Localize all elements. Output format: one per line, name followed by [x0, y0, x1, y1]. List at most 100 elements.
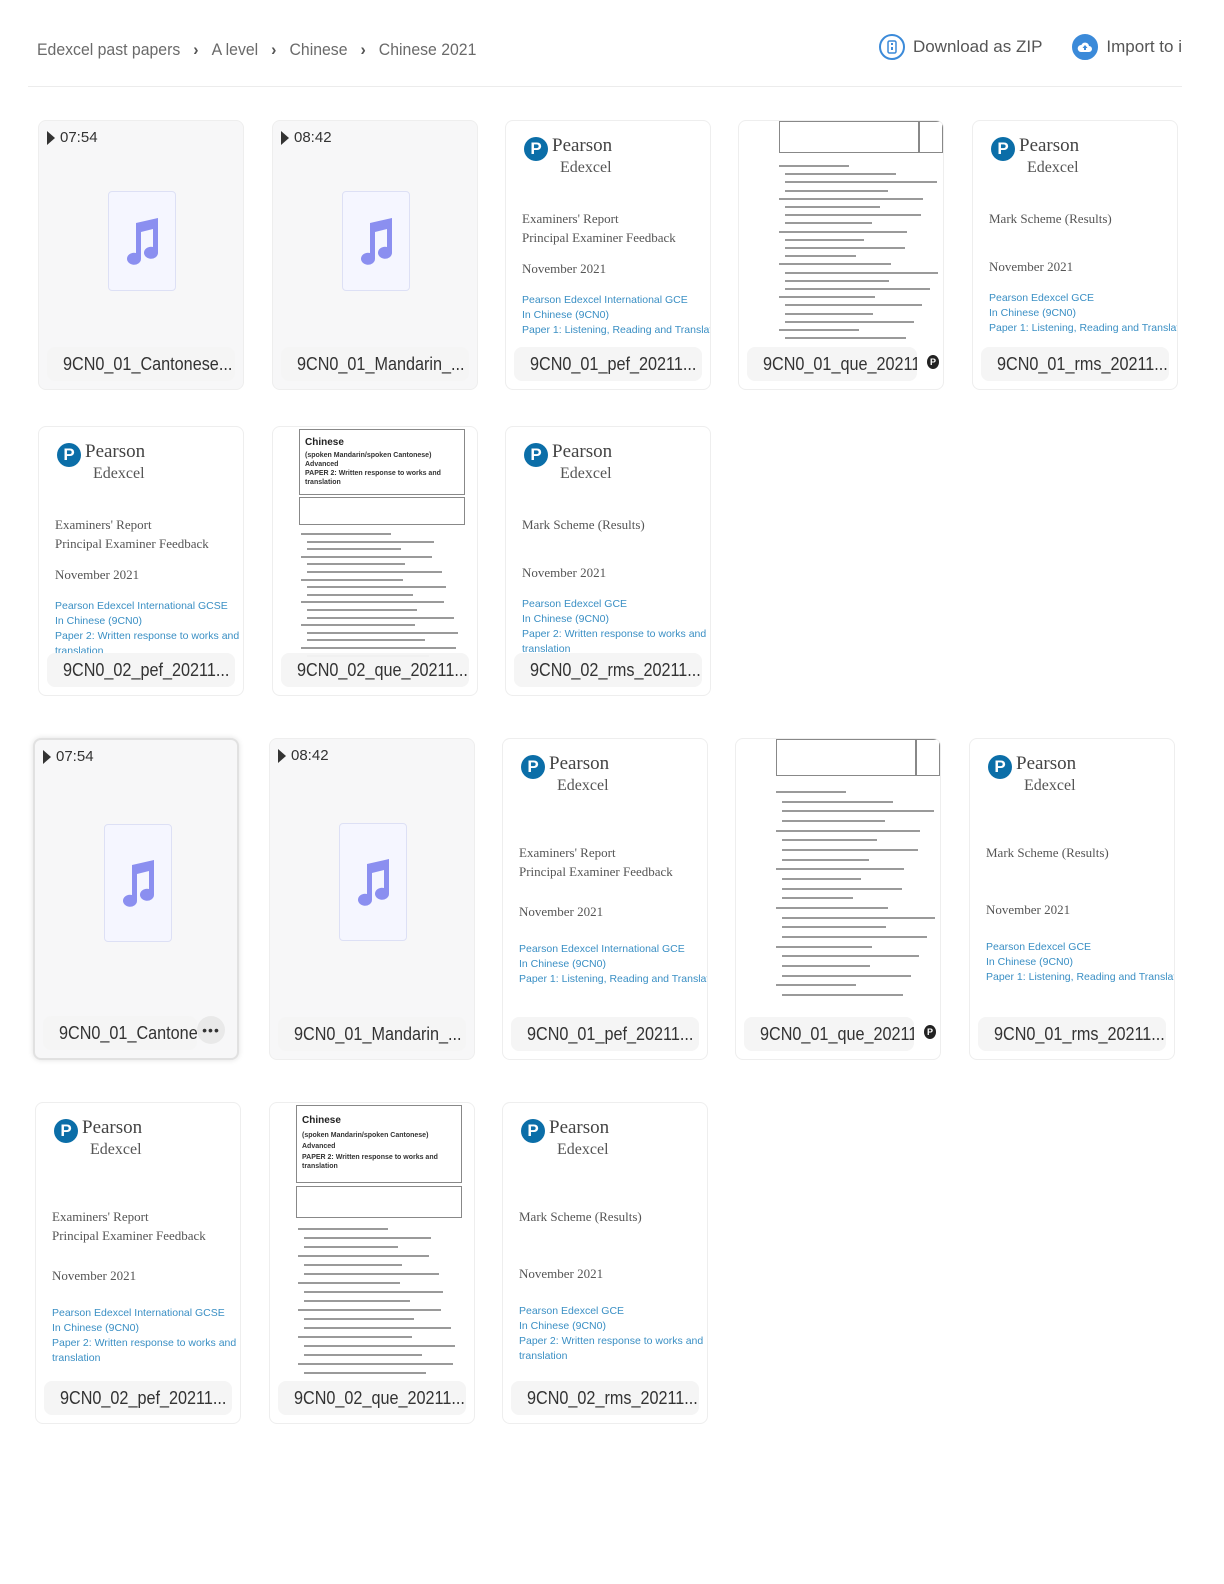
text-line: [301, 555, 432, 558]
text-line: [298, 1228, 388, 1231]
paper-subtitle: Advanced: [305, 461, 339, 468]
edexcel-text: Edexcel: [1027, 159, 1079, 176]
document-cover-thumbnail: P Pearson Edexcel Mark Scheme (Results) Nove…: [503, 1103, 707, 1423]
cover-date: November 2021: [522, 261, 607, 276]
text-line: [785, 255, 856, 258]
text-line: [785, 181, 937, 184]
text-line: [304, 1272, 439, 1275]
file-tile[interactable]: P Pearson Edexcel Mark Scheme (Results) Nove…: [972, 120, 1178, 390]
total-marks-box: [919, 121, 943, 153]
text-line: [782, 994, 903, 997]
cover-title: Examiners' Report Principal Examiner Feed…: [52, 1207, 206, 1245]
text-line: [782, 800, 893, 803]
text-line: [782, 974, 911, 977]
cover-meta: Pearson Edexcel International GCSE In Chi…: [55, 599, 239, 659]
cover-meta: Pearson Edexcel GCE In Chinese (9CN0) Pape…: [519, 1304, 703, 1364]
audio-duration: 07:54: [47, 129, 98, 146]
cover-meta-line: In Chinese (9CN0): [55, 615, 142, 627]
file-tile[interactable]: P Pearson Edexcel Mark Scheme (Results) Nove…: [505, 426, 711, 696]
file-tile[interactable]: P Pearson Edexcel Examiners' Report Principa…: [35, 1102, 241, 1424]
text-line: [304, 1299, 410, 1302]
pearson-wordmark: Pearson Edexcel: [1016, 753, 1076, 797]
file-tile[interactable]: Chinese (spoken Mandarin/spoken Cantonese…: [269, 1102, 475, 1424]
text-line: [782, 839, 877, 842]
paper-subject: Chinese: [302, 1114, 341, 1126]
text-line: [298, 1335, 412, 1338]
file-name-text: 9CN0_01_pef_20211...: [527, 1024, 694, 1044]
duration-text: 07:54: [56, 748, 94, 765]
edexcel-text: Edexcel: [560, 159, 612, 176]
cover-date: November 2021: [519, 1265, 604, 1281]
text-line: [782, 955, 919, 958]
cover-date: November 2021: [522, 565, 607, 580]
edexcel-text: Edexcel: [1024, 777, 1076, 794]
music-note-icon: [108, 191, 176, 291]
text-line: [782, 887, 902, 890]
file-grid: 07:54 9CN0_01_Cantonese... 08:42 9CN0_01_Ma…: [0, 0, 1224, 1584]
pearson-logo: P Pearson Edexcel: [57, 441, 145, 485]
duration-text: 08:42: [291, 747, 329, 764]
cover-date: November 2021: [519, 904, 604, 920]
cover-title: Mark Scheme (Results): [519, 1207, 642, 1226]
more-options-button[interactable]: •••: [197, 1016, 225, 1044]
cover-meta-line: Pearson Edexcel GCE: [989, 292, 1095, 304]
text-line: [301, 647, 456, 649]
cover-meta-line: Pearson Edexcel GCE: [986, 940, 1092, 953]
cover-title-line: Examiners' Report: [522, 211, 619, 226]
cover-meta-line: Pearson Edexcel International GCSE: [52, 1306, 225, 1319]
pearson-logo: P Pearson Edexcel: [991, 135, 1079, 179]
file-name-text: 9CN0_01_Cantonese...: [59, 1023, 197, 1043]
text-line: [307, 609, 417, 611]
file-name: 9CN0_01_que_20211...: [744, 1017, 914, 1051]
cover-title-line: Principal Examiner Feedback: [52, 1227, 206, 1243]
file-tile[interactable]: P Pearson Edexcel Examiners' Report Principa…: [502, 738, 708, 1060]
text-line: [785, 222, 872, 225]
file-tile[interactable]: 07:54 9CN0_01_Cantonese...: [38, 120, 244, 390]
text-line: [307, 593, 413, 596]
duration-text: 08:42: [294, 129, 332, 146]
file-tile[interactable]: Chinese (spoken Mandarin/spoken Cantonese…: [272, 426, 478, 696]
pearson-text: Pearson: [85, 441, 146, 462]
text-line: [785, 320, 914, 323]
file-tile[interactable]: 07:54 9CN0_01_Cantonese...•••: [33, 738, 239, 1060]
file-name-text: 9CN0_01_Cantonese...: [63, 354, 233, 374]
text-line: [779, 296, 875, 299]
pearson-text: Pearson: [1016, 753, 1077, 774]
paper-info-box: [776, 739, 916, 777]
total-marks-box: [916, 739, 940, 777]
paper-subtitle: PAPER 2: Written response to works and t…: [302, 1153, 438, 1170]
text-line: [301, 601, 444, 604]
pearson-p-icon: P: [524, 443, 548, 467]
file-name: 9CN0_01_que_20211...: [747, 347, 917, 381]
text-line: [782, 819, 885, 822]
file-tile[interactable]: P Pearson Edexcel Examiners' Report Principa…: [38, 426, 244, 696]
file-tile[interactable]: 08:42 9CN0_01_Mandarin_...: [269, 738, 475, 1060]
file-tile[interactable]: P Pearson Edexcel Mark Scheme (Results) Nove…: [969, 738, 1175, 1060]
file-tile[interactable]: P Pearson Edexcel Examiners' Report Principa…: [505, 120, 711, 390]
text-line: [304, 1246, 398, 1249]
file-name: 9CN0_01_Cantonese...: [43, 1016, 197, 1050]
music-note-icon: [342, 191, 410, 291]
cover-date: November 2021: [989, 259, 1074, 274]
file-tile[interactable]: 08:42 9CN0_01_Mandarin_...: [272, 120, 478, 390]
cover-meta: Pearson Edexcel GCE In Chinese (9CN0) Pape…: [522, 597, 706, 657]
cover-title: Mark Scheme (Results): [986, 843, 1109, 862]
cover-meta-line: Pearson Edexcel International GCE: [522, 294, 688, 306]
pearson-wordmark: Pearson Edexcel: [549, 1117, 609, 1161]
text-line: [298, 1281, 400, 1284]
pearson-logo: P Pearson Edexcel: [524, 135, 612, 179]
text-line: [782, 878, 861, 880]
cover-meta-line: translation: [52, 1351, 101, 1364]
file-name-text: 9CN0_01_rms_20211...: [997, 354, 1168, 374]
file-tile[interactable]: P 9CN0_01_que_20211...: [738, 120, 944, 390]
cover-title-line: Principal Examiner Feedback: [519, 863, 673, 879]
pearson-text: Pearson: [549, 753, 610, 774]
paper-info-box: [296, 1185, 462, 1219]
cover-title: Examiners' Report Principal Examiner Feed…: [55, 515, 209, 553]
file-tile[interactable]: P 9CN0_01_que_20211...: [735, 738, 941, 1060]
cover-title-line: Examiners' Report: [52, 1208, 149, 1224]
pearson-p-icon: P: [991, 137, 1015, 161]
paper-subtitle: PAPER 2: Written response to works and t…: [305, 470, 441, 486]
cover-meta-line: Paper 1: Listening, Reading and Translat…: [522, 324, 711, 336]
file-tile[interactable]: P Pearson Edexcel Mark Scheme (Results) Nove…: [502, 1102, 708, 1424]
